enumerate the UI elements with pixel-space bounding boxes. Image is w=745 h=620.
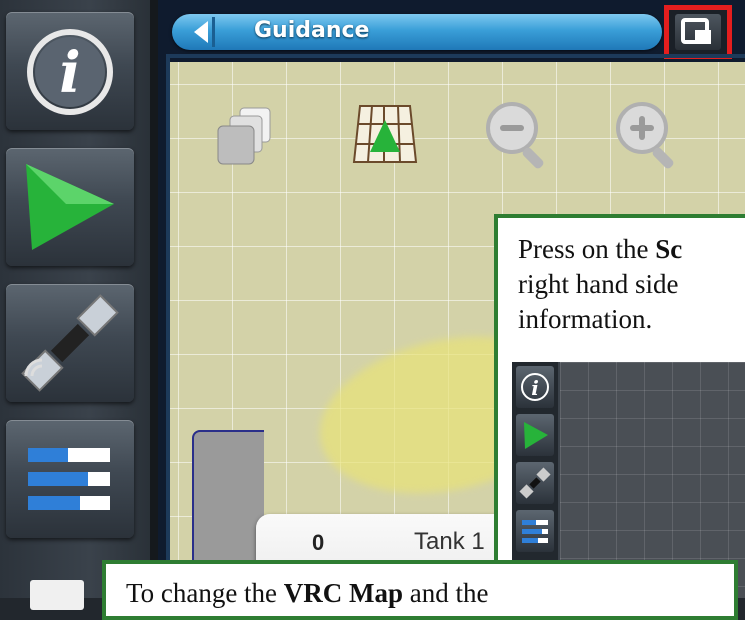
guidance-button[interactable] bbox=[6, 148, 134, 266]
fullscreen-button[interactable] bbox=[664, 5, 732, 59]
satellite-icon bbox=[21, 294, 119, 392]
chevron-left-icon[interactable] bbox=[184, 17, 218, 47]
svg-text:i: i bbox=[531, 376, 539, 400]
info-icon: i bbox=[27, 29, 113, 115]
grid-view-icon[interactable] bbox=[350, 100, 420, 168]
callout-top-line3: information. bbox=[518, 304, 653, 334]
callout-bottom-bold: VRC Map bbox=[283, 578, 404, 608]
settings-list-icon[interactable] bbox=[30, 580, 84, 610]
svg-text:i: i bbox=[59, 40, 80, 106]
callout-top-line1-bold: Sc bbox=[655, 234, 683, 264]
callout-bottom-suffix: and the bbox=[403, 578, 489, 608]
callout-top-line2: right hand side bbox=[518, 269, 679, 299]
sidebar-divider bbox=[150, 0, 158, 598]
left-sidebar: i bbox=[0, 0, 150, 610]
fullscreen-toggle-icon bbox=[681, 18, 711, 44]
bars-icon bbox=[28, 448, 110, 510]
instruction-callout-bottom: To change the VRC Map and the bbox=[102, 560, 738, 620]
callout-top-line1-prefix: Press on the bbox=[518, 234, 656, 264]
guidance-title-bar: Guidance bbox=[172, 14, 662, 50]
callout-bottom-prefix: To change the bbox=[126, 578, 284, 608]
satellite-icon bbox=[519, 467, 551, 499]
thumb-info-button: i bbox=[516, 366, 554, 408]
zoom-out-icon[interactable] bbox=[480, 96, 556, 172]
info-icon: i bbox=[521, 373, 549, 401]
page-title: Guidance bbox=[254, 18, 370, 43]
guidance-triangle-icon bbox=[26, 164, 114, 250]
callout-bottom-text: To change the VRC Map and the bbox=[126, 576, 489, 610]
gps-button[interactable] bbox=[6, 284, 134, 402]
layers-icon[interactable] bbox=[214, 104, 278, 168]
bars-icon bbox=[522, 520, 548, 543]
tank-value: 0 bbox=[312, 530, 325, 555]
tank-name: Tank 1 bbox=[414, 528, 485, 555]
guidance-triangle-icon bbox=[524, 422, 548, 449]
instruction-callout-top: Press on the Sc right hand side informatio… bbox=[494, 214, 745, 598]
thumb-status-button bbox=[516, 510, 554, 552]
thumb-guidance-button bbox=[516, 414, 554, 456]
status-button[interactable] bbox=[6, 420, 134, 538]
zoom-in-icon[interactable] bbox=[610, 96, 686, 172]
thumb-gps-button bbox=[516, 462, 554, 504]
info-button[interactable]: i bbox=[6, 12, 134, 130]
callout-top-text: Press on the Sc right hand side informatio… bbox=[518, 232, 745, 337]
